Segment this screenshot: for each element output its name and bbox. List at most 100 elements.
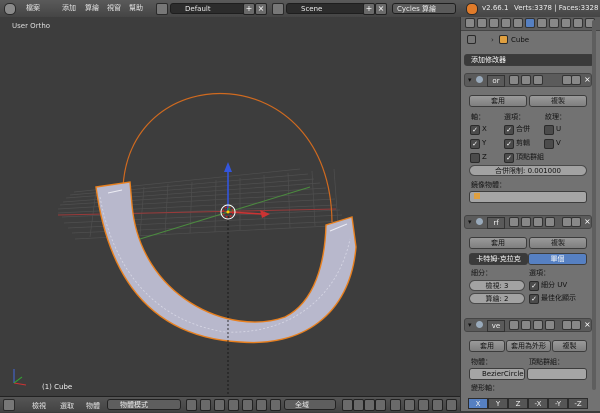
subdivide-uv-checkbox[interactable]: ✓	[529, 281, 539, 291]
render-engine-select[interactable]: Cycles 算繪	[392, 3, 456, 14]
subsurf-modifier-header[interactable]: ▾ rf ×	[464, 215, 592, 229]
menu-select[interactable]: 選取	[60, 401, 74, 411]
add-modifier-select[interactable]: 添加修改器	[464, 54, 594, 66]
layer-4[interactable]	[375, 399, 386, 411]
menu-window[interactable]: 視窗	[107, 4, 121, 13]
axis-x-checkbox[interactable]: ✓	[470, 125, 480, 135]
shading-icon[interactable]	[186, 399, 197, 411]
lock-icon[interactable]	[390, 399, 401, 411]
deform-axis-y[interactable]: Y	[488, 398, 508, 409]
curve-apply-button[interactable]: 套用	[469, 340, 505, 352]
optimal-display-checkbox[interactable]: ✓	[529, 294, 539, 304]
merge-checkbox[interactable]: ✓	[504, 125, 514, 135]
axis-y-checkbox[interactable]: ✓	[470, 139, 480, 149]
menu-render[interactable]: 算繪	[85, 4, 99, 13]
merge-limit-field[interactable]: 合併限制: 0.001000	[469, 165, 587, 176]
menu-object[interactable]: 物體	[86, 401, 100, 411]
realtime-toggle-icon[interactable]	[509, 217, 519, 227]
collapse-arrow-icon[interactable]: ▾	[468, 76, 472, 84]
space-icon[interactable]	[270, 399, 281, 411]
world-tab-icon[interactable]	[489, 18, 499, 28]
scene-field[interactable]: Scene	[286, 3, 374, 14]
curve-object-field[interactable]: BezierCircle	[469, 368, 525, 380]
proportional-edit-icon[interactable]	[418, 399, 429, 411]
editmode-toggle-icon[interactable]	[533, 320, 543, 330]
texture-tab-icon[interactable]	[561, 18, 571, 28]
scene-icon[interactable]	[272, 3, 284, 17]
texture-u-checkbox[interactable]	[544, 125, 554, 135]
cage-toggle-icon[interactable]	[545, 320, 555, 330]
3d-viewport[interactable]	[0, 17, 460, 395]
mirror-modifier-header[interactable]: ▾ or ×	[464, 73, 592, 87]
modifier-name-field[interactable]: rf	[487, 217, 505, 229]
simple-tab[interactable]: 單個	[528, 253, 587, 265]
curve-vgroup-field[interactable]	[527, 368, 587, 380]
particles-tab-icon[interactable]	[573, 18, 583, 28]
curve-modifier-header[interactable]: ▾ ve ×	[464, 318, 592, 332]
rotate-icon[interactable]	[242, 399, 253, 411]
render-toggle-icon[interactable]	[521, 320, 531, 330]
delete-scene-button[interactable]: ×	[375, 3, 387, 15]
cage-toggle-icon[interactable]	[545, 217, 555, 227]
delete-screen-button[interactable]: ×	[255, 3, 267, 15]
mode-select[interactable]: 物體模式	[107, 399, 181, 410]
menu-help[interactable]: 幫助	[129, 4, 143, 13]
menu-view[interactable]: 檢視	[32, 401, 46, 411]
pin-icon[interactable]	[467, 35, 476, 46]
modifier-name-field[interactable]: or	[487, 75, 505, 87]
scene-tab-icon[interactable]	[477, 18, 487, 28]
add-scene-button[interactable]: +	[363, 3, 375, 15]
editmode-toggle-icon[interactable]	[533, 75, 543, 85]
screen-layout-field[interactable]: Default	[170, 3, 254, 14]
modifiers-tab-icon[interactable]	[525, 18, 535, 28]
render-levels-field[interactable]: 算繪: 2	[469, 293, 525, 304]
deform-axis-neg-z[interactable]: -Z	[568, 398, 588, 409]
pivot-icon[interactable]	[200, 399, 211, 411]
editmode-toggle-icon[interactable]	[533, 217, 543, 227]
snap-icon[interactable]	[404, 399, 415, 411]
mirror-apply-button[interactable]: 套用	[469, 95, 527, 107]
subsurf-apply-button[interactable]: 套用	[469, 237, 527, 249]
move-down-icon[interactable]	[571, 320, 581, 330]
properties-scrollbar[interactable]	[590, 20, 598, 390]
material-tab-icon[interactable]	[549, 18, 559, 28]
curve-copy-button[interactable]: 複製	[552, 340, 587, 352]
move-down-icon[interactable]	[571, 75, 581, 85]
collapse-arrow-icon[interactable]: ▾	[468, 218, 472, 226]
modifier-name-field[interactable]: ve	[487, 320, 505, 332]
deform-axis-z[interactable]: Z	[508, 398, 528, 409]
layer-2[interactable]	[353, 399, 364, 411]
layer-3[interactable]	[364, 399, 375, 411]
subsurf-copy-button[interactable]: 複製	[529, 237, 587, 249]
menu-add[interactable]: 添加	[62, 4, 76, 13]
deform-axis-x[interactable]: X	[468, 398, 488, 409]
clip-checkbox[interactable]: ✓	[504, 139, 514, 149]
deform-axis-neg-x[interactable]: -X	[528, 398, 548, 409]
render-tab-icon[interactable]	[465, 18, 475, 28]
manipulator-toggle-icon[interactable]	[214, 399, 225, 411]
mirror-object-field[interactable]	[469, 191, 587, 203]
render-toggle-icon[interactable]	[521, 217, 531, 227]
screen-layout-icon[interactable]	[156, 3, 168, 17]
apply-as-shape-button[interactable]: 套用為外形	[506, 340, 551, 352]
catmull-clark-tab[interactable]: 卡特姆-克拉克	[469, 253, 528, 265]
vertex-groups-checkbox[interactable]: ✓	[504, 153, 514, 163]
realtime-toggle-icon[interactable]	[509, 320, 519, 330]
camera-icon[interactable]	[446, 399, 457, 411]
texture-v-checkbox[interactable]	[544, 139, 554, 149]
transform-orientation-select[interactable]: 全域	[284, 399, 336, 410]
render-preview-icon[interactable]	[432, 399, 443, 411]
translate-icon[interactable]	[228, 399, 239, 411]
realtime-toggle-icon[interactable]	[509, 75, 519, 85]
constraints-tab-icon[interactable]	[513, 18, 523, 28]
scale-icon[interactable]	[256, 399, 267, 411]
deform-axis-neg-y[interactable]: -Y	[548, 398, 568, 409]
add-screen-button[interactable]: +	[243, 3, 255, 15]
info-editor-icon[interactable]	[4, 3, 16, 17]
mirror-copy-button[interactable]: 複製	[529, 95, 587, 107]
object-tab-icon[interactable]	[501, 18, 511, 28]
layer-1[interactable]	[342, 399, 353, 411]
view-levels-field[interactable]: 檢視: 3	[469, 280, 525, 291]
collapse-arrow-icon[interactable]: ▾	[468, 321, 472, 329]
menu-file[interactable]: 檔案	[26, 4, 40, 13]
